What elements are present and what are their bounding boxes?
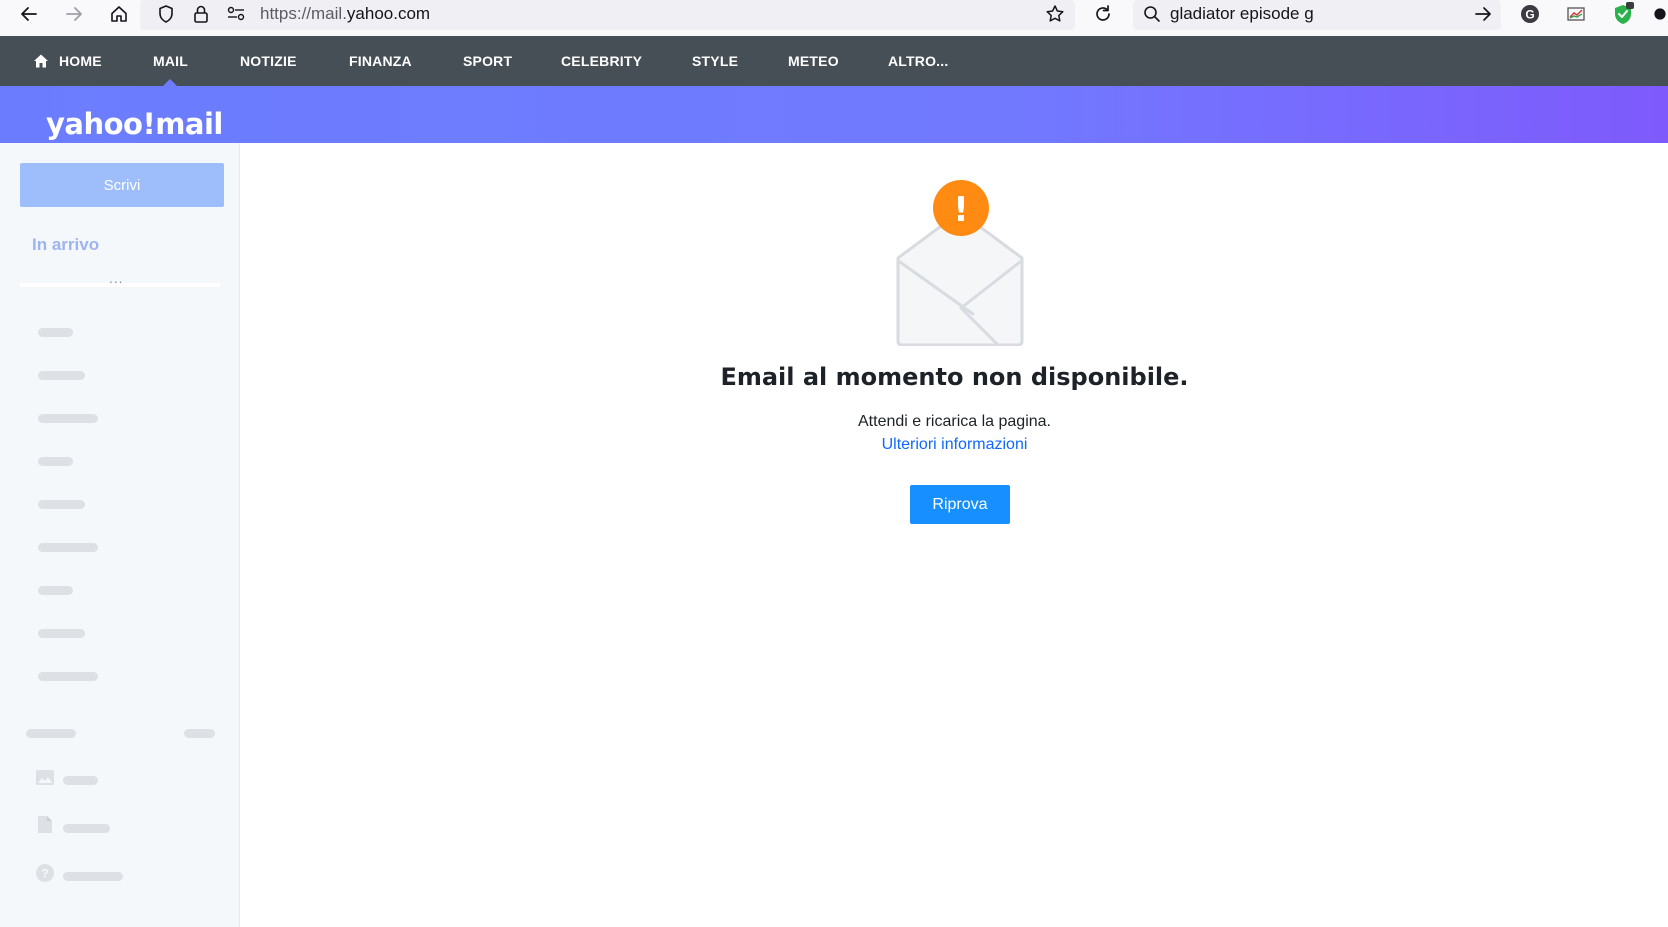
grammarly-letter: G [1525, 8, 1534, 22]
shield-check-extension-icon[interactable] [1610, 0, 1636, 28]
url-text[interactable]: https://mail.yahoo.com [260, 4, 430, 24]
url-prefix: https://mail. [260, 4, 347, 23]
nav-item-notizie[interactable]: NOTIZIE [240, 36, 297, 86]
open-envelope-icon: ! [896, 180, 1024, 346]
nav-item-home[interactable]: HOME [33, 36, 102, 86]
search-query[interactable]: gladiator episode g [1170, 4, 1314, 24]
folder-placeholder [38, 371, 85, 380]
nav-item-finanza[interactable]: FINANZA [349, 36, 412, 86]
help-icon: ? [36, 864, 54, 882]
lock-icon[interactable] [190, 0, 212, 28]
view-placeholder [63, 824, 110, 833]
nav-item-style[interactable]: STYLE [692, 36, 738, 86]
folder-placeholder [38, 500, 85, 509]
url-domain: yahoo.com [346, 4, 431, 23]
folder-placeholder [38, 672, 98, 681]
folder-placeholder [38, 414, 98, 423]
nav-item-sport[interactable]: SPORT [463, 36, 512, 86]
view-placeholder [63, 776, 98, 785]
warning-badge-symbol: ! [953, 190, 969, 230]
shield-icon[interactable] [154, 0, 178, 28]
error-panel: ! Email al momento non disponibile. Atte… [241, 143, 1668, 927]
nav-item-celebrity[interactable]: CELEBRITY [561, 36, 642, 86]
search-icon [1140, 0, 1164, 28]
back-arrow-icon[interactable] [14, 0, 44, 28]
folder-placeholder [38, 543, 98, 552]
photos-icon [36, 770, 54, 785]
forward-arrow-icon[interactable] [59, 0, 89, 28]
document-icon [38, 816, 52, 833]
more-info-link[interactable]: Ulteriori informazioni [241, 436, 1668, 454]
sidebar-item-inbox[interactable]: In arrivo [32, 235, 99, 255]
error-subtitle: Attendi e ricarica la pagina. [858, 413, 1051, 430]
nav-item-altro[interactable]: ALTRO... [888, 36, 948, 86]
folder-placeholder [38, 586, 73, 595]
error-title: Email al momento non disponibile. [720, 363, 1189, 391]
yahoo-top-nav: HOME MAIL NOTIZIE FINANZA SPORT CELEBRIT… [0, 36, 1668, 86]
chart-extension-icon[interactable] [1564, 0, 1588, 28]
nav-item-meteo[interactable]: METEO [788, 36, 839, 86]
svg-text:?: ? [41, 867, 48, 881]
folder-placeholder [38, 457, 73, 466]
nav-label-home: HOME [59, 53, 102, 69]
more-folders-handle[interactable]: ... [109, 273, 123, 285]
section-action-placeholder [184, 729, 215, 738]
folder-placeholder [38, 629, 85, 638]
go-arrow-icon[interactable] [1468, 0, 1498, 28]
home-icon[interactable] [104, 0, 134, 28]
brand-banner: yahoo!mail [0, 86, 1668, 143]
browser-toolbar: https://mail.yahoo.com gladiator episode… [0, 0, 1668, 36]
view-placeholder [63, 872, 123, 881]
extensions-icon[interactable] [1652, 0, 1668, 28]
sidebar: Scrivi In arrivo ... ? [0, 143, 240, 927]
permissions-icon[interactable] [224, 0, 248, 28]
retry-button[interactable]: Riprova [910, 485, 1010, 524]
folder-placeholder [38, 328, 73, 337]
section-header-placeholder [26, 729, 76, 738]
reload-icon[interactable] [1088, 0, 1118, 28]
yahoo-mail-logo[interactable]: yahoo!mail [46, 104, 223, 143]
grammarly-icon[interactable]: G [1518, 0, 1542, 28]
compose-button[interactable]: Scrivi [20, 163, 224, 207]
active-nav-indicator [163, 79, 177, 86]
star-icon[interactable] [1040, 0, 1070, 28]
home-nav-icon [34, 54, 48, 68]
